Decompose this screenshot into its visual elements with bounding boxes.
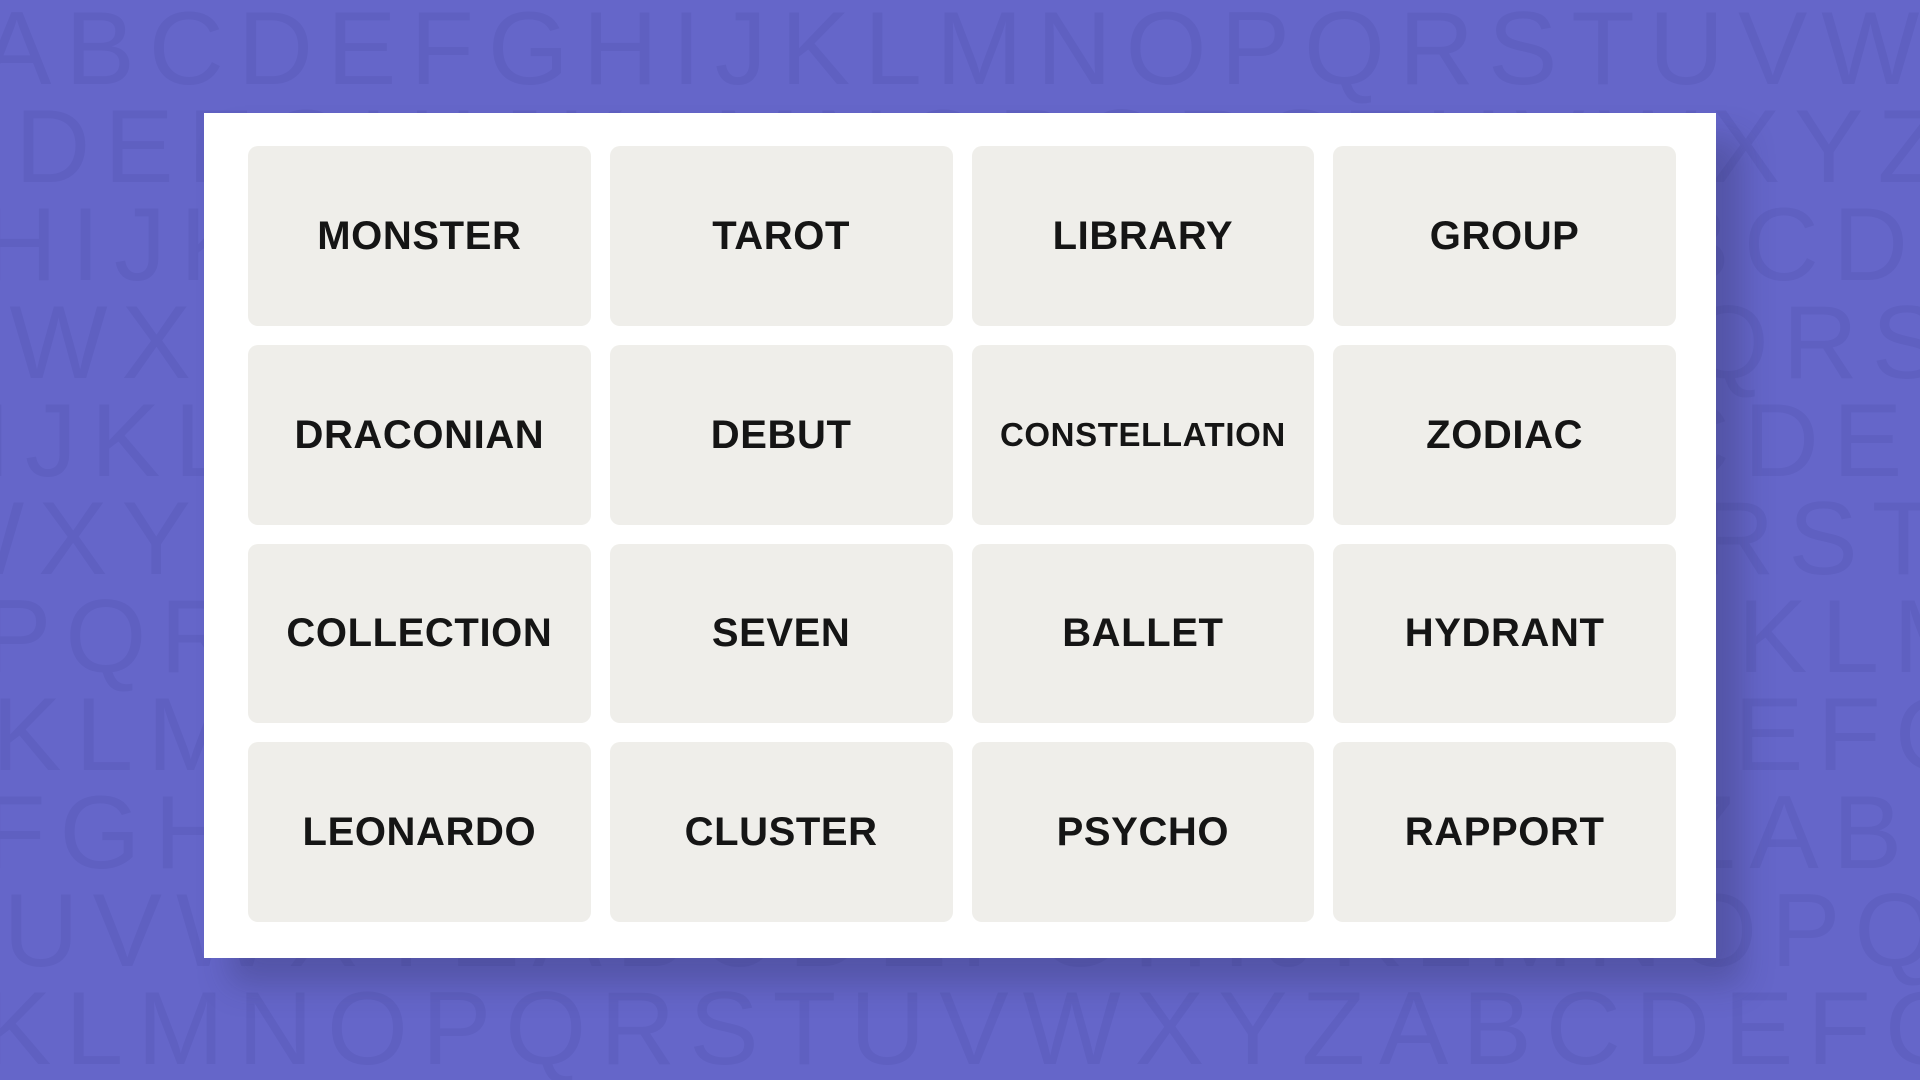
puzzle-card: MONSTER TAROT LIBRARY GROUP DRACONIAN DEBUT CO… [204, 113, 1716, 958]
word-tile-label: HYDRANT [1404, 611, 1605, 656]
word-tile[interactable]: DRACONIAN [248, 344, 591, 525]
word-tile[interactable]: RAPPORT [1333, 742, 1676, 922]
word-tile-label: PSYCHO [1056, 810, 1230, 855]
word-tile[interactable]: CLUSTER [609, 742, 953, 922]
word-tile-label: SEVEN [711, 611, 851, 656]
word-tile-label: TAROT [712, 213, 851, 258]
word-tile-label: CONSTELLATION [999, 416, 1286, 454]
word-tile-label: CLUSTER [684, 810, 878, 855]
word-tile[interactable]: HYDRANT [1333, 543, 1676, 724]
word-tile[interactable]: LEONARDO [248, 742, 591, 922]
word-tile-label: DEBUT [710, 412, 852, 457]
word-tile[interactable]: GROUP [1333, 146, 1676, 326]
word-tile[interactable]: PSYCHO [971, 742, 1315, 922]
word-tile[interactable]: CONSTELLATION [971, 344, 1315, 525]
word-tile-label: BALLET [1062, 611, 1224, 656]
word-tile[interactable]: COLLECTION [248, 543, 591, 724]
word-tile[interactable]: BALLET [971, 543, 1315, 724]
word-tile[interactable]: LIBRARY [971, 146, 1315, 326]
word-tile[interactable]: SEVEN [609, 543, 953, 724]
word-tile[interactable]: TAROT [609, 146, 953, 326]
background-letter-row-10: KLMNOPQRSTUVWXYZABCDEFGHIJKLMNOP [0, 971, 1920, 1080]
word-tile-label: COLLECTION [286, 611, 553, 656]
word-tile-label: MONSTER [317, 213, 522, 258]
word-tile-label: RAPPORT [1404, 810, 1605, 855]
word-tile-label: DRACONIAN [294, 412, 545, 457]
word-tile-label: LEONARDO [302, 810, 537, 855]
word-tile[interactable]: MONSTER [248, 146, 591, 326]
word-tile-label: GROUP [1429, 213, 1580, 258]
word-grid: MONSTER TAROT LIBRARY GROUP DRACONIAN DEBUT CO… [248, 146, 1676, 922]
word-tile-label: ZODIAC [1426, 412, 1584, 457]
word-tile-label: LIBRARY [1052, 213, 1234, 258]
word-tile[interactable]: ZODIAC [1333, 344, 1676, 525]
background-letter-row-0: ABCDEFGHIJKLMNOPQRSTUVWXYZABCDEF [0, 0, 1920, 107]
word-tile[interactable]: DEBUT [609, 344, 953, 525]
